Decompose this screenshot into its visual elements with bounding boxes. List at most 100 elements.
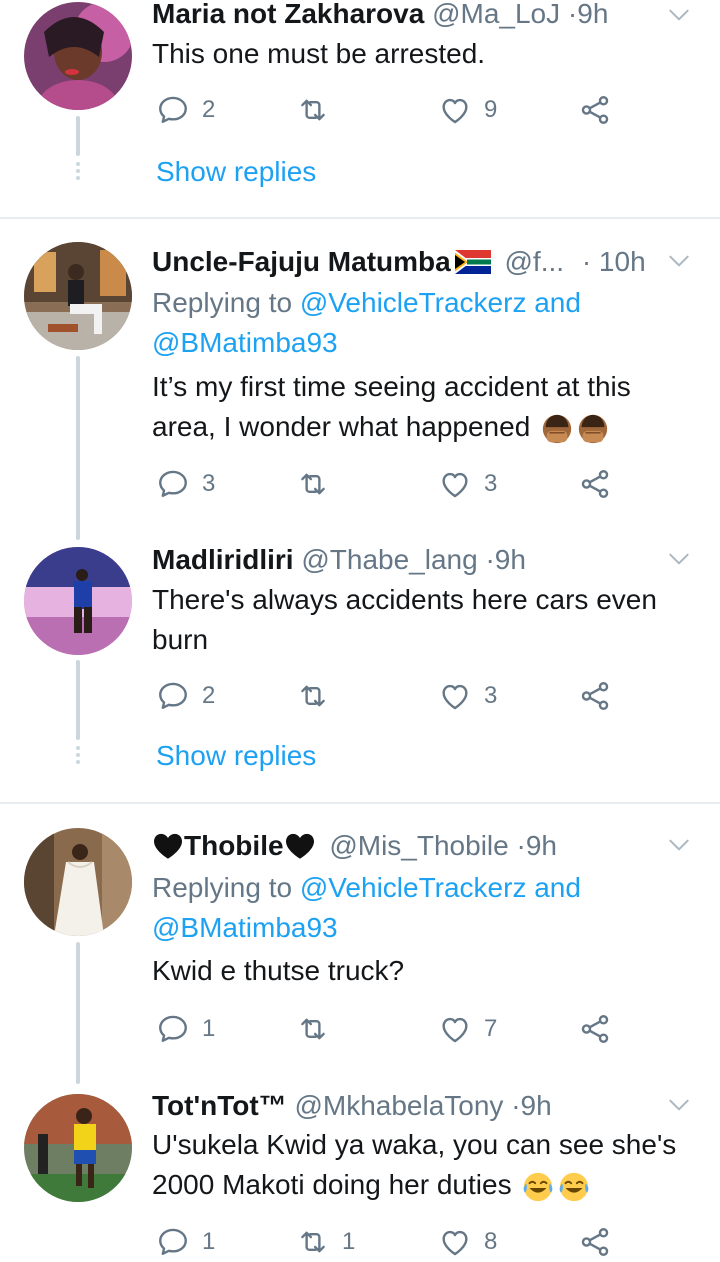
facepalm-emoji-icon	[540, 412, 574, 446]
chevron-down-icon[interactable]	[666, 1092, 692, 1118]
retweet-button[interactable]	[296, 1009, 342, 1049]
avatar[interactable]	[24, 547, 132, 655]
reply-count: 2	[202, 96, 216, 123]
replying-to-label: Replying to	[152, 872, 293, 903]
share-icon	[578, 467, 612, 501]
tweet-header: Maria not Zakharova @Ma_LoJ ·9h	[152, 0, 608, 32]
mention-link[interactable]: @VehicleTrackerz	[300, 872, 527, 903]
replying-to-label: Replying to	[152, 287, 293, 318]
retweet-button[interactable]: 1	[296, 1222, 355, 1262]
tweet-header: Madliridliri @Thabe_lang ·9h	[152, 542, 526, 578]
reply-button[interactable]: 2	[156, 90, 215, 130]
reply-icon	[156, 93, 190, 127]
avatar[interactable]	[24, 1094, 132, 1202]
like-icon	[438, 679, 472, 713]
reply-button[interactable]: 3	[156, 464, 215, 504]
timestamp: 9h	[494, 544, 526, 575]
share-icon	[578, 679, 612, 713]
share-button[interactable]	[578, 90, 612, 130]
reply-icon	[156, 1012, 190, 1046]
retweet-count: 1	[342, 1228, 356, 1255]
retweet-button[interactable]	[296, 464, 342, 504]
retweet-icon	[296, 679, 330, 713]
mention-link[interactable]: @VehicleTrackerz	[300, 287, 527, 318]
tweet-text-content: U'sukela Kwid ya waka, you can see she's…	[152, 1129, 677, 1200]
black-heart-icon	[285, 833, 314, 859]
display-name[interactable]: Maria not Zakharova	[152, 0, 424, 29]
reply-icon	[156, 679, 190, 713]
like-button[interactable]: 3	[438, 464, 497, 504]
show-replies-link[interactable]: Show replies	[156, 740, 316, 772]
reply-button[interactable]: 1	[156, 1222, 215, 1262]
share-button[interactable]	[578, 1222, 612, 1262]
tweet-actions: 1 1 8	[152, 1222, 622, 1262]
separator: ·	[485, 544, 495, 575]
reply-count: 2	[202, 682, 216, 709]
thread-line	[76, 116, 80, 156]
share-icon	[578, 93, 612, 127]
chevron-down-icon[interactable]	[666, 2, 692, 28]
reply-button[interactable]: 2	[156, 676, 215, 716]
separator: ·	[567, 0, 578, 29]
display-name[interactable]: Uncle-Fajuju Matumba	[152, 246, 451, 277]
share-button[interactable]	[578, 464, 612, 504]
like-count: 8	[484, 1228, 498, 1255]
replying-and[interactable]: and	[534, 287, 581, 318]
like-icon	[438, 467, 472, 501]
username[interactable]: @Thabe_lang	[301, 544, 477, 575]
mention-link[interactable]: @BMatimba93	[152, 327, 338, 358]
retweet-button[interactable]	[296, 90, 342, 130]
timestamp: 9h	[520, 1090, 552, 1121]
avatar[interactable]	[24, 2, 132, 110]
reply-icon	[156, 1225, 190, 1259]
display-name[interactable]: Thobile	[184, 830, 284, 861]
chevron-down-icon[interactable]	[666, 546, 692, 572]
tweet-header: Uncle-Fajuju Matumba @f... · 10h	[152, 244, 646, 280]
tweet-text: It’s my first time seeing accident at th…	[152, 367, 700, 447]
reply-button[interactable]: 1	[156, 1009, 215, 1049]
username[interactable]: @MkhabelaTony	[294, 1090, 503, 1121]
chevron-down-icon[interactable]	[666, 248, 692, 274]
thread-dots	[76, 162, 80, 183]
like-button[interactable]: 7	[438, 1009, 497, 1049]
timestamp: 10h	[598, 246, 646, 277]
like-button[interactable]: 9	[438, 90, 497, 130]
thread-dots	[76, 746, 80, 767]
separator: ·	[581, 246, 592, 277]
share-button[interactable]	[578, 1009, 612, 1049]
username[interactable]: @Mis_Thobile	[329, 830, 508, 861]
share-icon	[578, 1225, 612, 1259]
like-count: 7	[484, 1015, 498, 1042]
replying-and[interactable]: and	[534, 872, 581, 903]
like-count: 3	[484, 470, 498, 497]
thread-line	[76, 942, 80, 1084]
share-button[interactable]	[578, 676, 612, 716]
show-replies-link[interactable]: Show replies	[156, 156, 316, 188]
divider	[0, 802, 720, 804]
tweet-text: There's always accidents here cars even …	[152, 584, 657, 655]
facepalm-emoji-icon	[576, 412, 610, 446]
display-name[interactable]: Madliridliri	[152, 544, 294, 575]
like-button[interactable]: 3	[438, 676, 497, 716]
thread-line	[76, 660, 80, 740]
retweet-button[interactable]	[296, 676, 342, 716]
display-name[interactable]: Tot'nTot™	[152, 1090, 287, 1121]
like-button[interactable]: 8	[438, 1222, 497, 1262]
username[interactable]: @f...	[504, 246, 564, 277]
reply-count: 1	[202, 1228, 216, 1255]
chevron-down-icon[interactable]	[666, 832, 692, 858]
separator: ·	[516, 830, 526, 861]
reply-count: 1	[202, 1015, 216, 1042]
username[interactable]: @Ma_LoJ	[432, 0, 560, 29]
separator: ·	[511, 1090, 521, 1121]
mention-link[interactable]: @BMatimba93	[152, 912, 338, 943]
avatar[interactable]	[24, 242, 132, 350]
tweet-text: Kwid e thutse truck?	[152, 955, 405, 986]
avatar[interactable]	[24, 828, 132, 936]
like-icon	[438, 1225, 472, 1259]
share-icon	[578, 1012, 612, 1046]
tweet-text: This one must be arrested.	[152, 38, 486, 69]
timestamp: 9h	[525, 830, 557, 861]
divider	[0, 217, 720, 219]
tweet-actions: 2 9	[152, 90, 622, 130]
